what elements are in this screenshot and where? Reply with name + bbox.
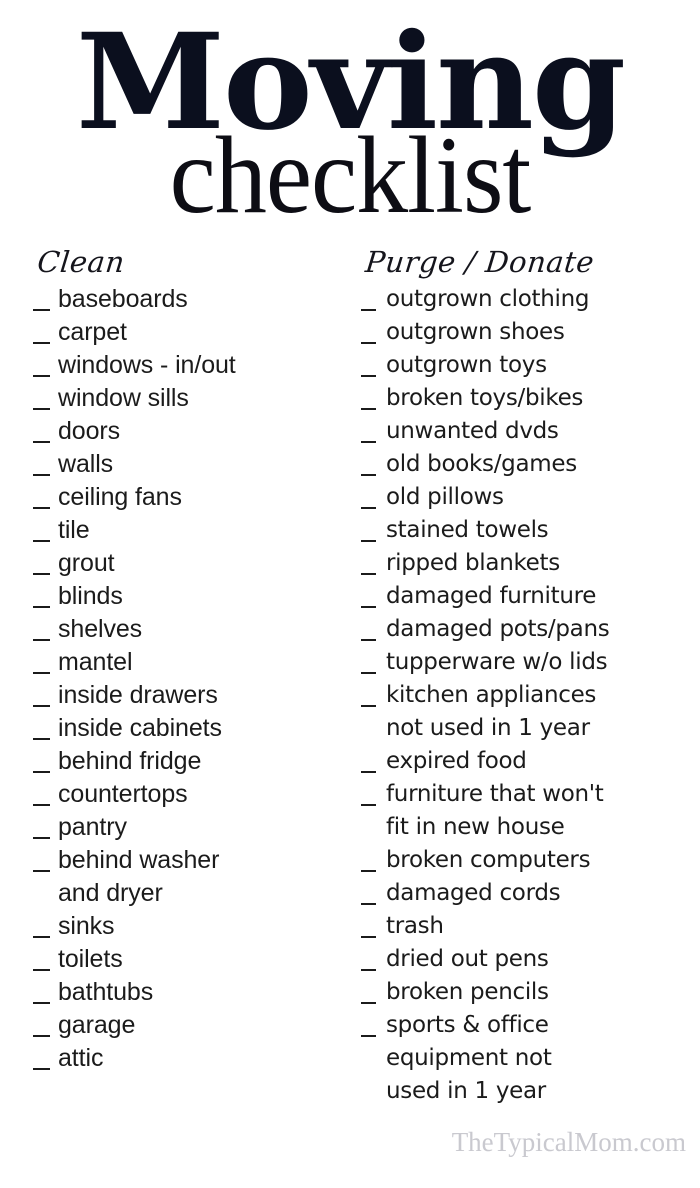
checklist-columns: Clean baseboards carpet windows - in/out wi… [0,245,700,1148]
checklist-items-clean: baseboards carpet windows - in/out window s… [32,283,352,1075]
checklist-item[interactable]: damaged pots/pans [360,613,690,646]
checklist-item[interactable]: sports & office equipment not used in 1 … [360,1009,690,1108]
checklist-item-label: grout [58,549,115,577]
checklist-item[interactable]: doors [32,415,352,448]
checklist-item[interactable]: inside cabinets [32,712,352,745]
checklist-item-label: doors [58,417,121,445]
checklist-item-label: damaged furniture [386,583,597,609]
checklist-item[interactable]: carpet [32,316,352,349]
checklist-item-label: furniture that won't fit in new house [386,781,604,840]
checklist-item-label: walls [58,450,114,478]
checklist-item[interactable]: outgrown clothing [360,283,690,316]
checklist-item[interactable]: toilets [32,943,352,976]
checklist-item[interactable]: window sills [32,382,352,415]
checklist-item[interactable]: behind fridge [32,745,352,778]
checklist-item-label: expired food [386,748,527,774]
title-sub-word: checklist [169,114,532,237]
checklist-item[interactable]: old pillows [360,481,690,514]
checklist-item-label: old books/games [386,451,577,477]
checklist-item[interactable]: outgrown shoes [360,316,690,349]
checklist-item-label: garage [58,1011,136,1039]
checklist-item[interactable]: sinks [32,910,352,943]
site-watermark: TheTypicalMom.com [451,1127,686,1157]
checklist-item[interactable]: garage [32,1009,352,1042]
checklist-item-label: old pillows [386,484,504,510]
checklist-item-label: behind washer and dryer [58,846,220,907]
printable-checklist-page: Moving checklist Clean baseboards carpet w… [0,0,700,1188]
checklist-item[interactable]: damaged furniture [360,580,690,613]
checklist-item-label: sports & office equipment not used in 1 … [386,1012,552,1104]
checklist-item-label: stained towels [386,517,549,543]
checklist-item-label: pantry [58,813,127,841]
checklist-item-label: damaged pots/pans [386,616,610,642]
checklist-item[interactable]: bathtubs [32,976,352,1009]
checklist-item[interactable]: broken toys/bikes [360,382,690,415]
checklist-item[interactable]: unwanted dvds [360,415,690,448]
checklist-item-label: sinks [58,912,115,940]
checklist-item[interactable]: attic [32,1042,352,1075]
checklist-item-label: countertops [58,780,188,808]
checklist-item[interactable]: mantel [32,646,352,679]
checklist-item-label: toilets [58,945,123,973]
checklist-item-label: baseboards [58,285,188,313]
checklist-items-purge-donate: outgrown clothing outgrown shoes outgrown … [360,283,690,1108]
checklist-item[interactable]: stained towels [360,514,690,547]
checklist-item-label: unwanted dvds [386,418,559,444]
checklist-item-label: outgrown clothing [386,286,590,312]
checklist-item-label: broken pencils [386,979,549,1005]
checklist-item-label: ceiling fans [58,483,182,511]
checklist-item[interactable]: behind washer and dryer [32,844,352,910]
column-heading-purge-donate: Purge / Donate [363,245,596,279]
checklist-item-label: behind fridge [58,747,202,775]
checklist-item[interactable]: pantry [32,811,352,844]
checklist-item[interactable]: windows - in/out [32,349,352,382]
checklist-item-label: bathtubs [58,978,154,1006]
checklist-item[interactable]: blinds [32,580,352,613]
checklist-item[interactable]: tile [32,514,352,547]
checklist-item-label: trash [386,913,444,939]
checklist-item[interactable]: broken computers [360,844,690,877]
checklist-item[interactable]: inside drawers [32,679,352,712]
checklist-item-label: tile [58,516,90,544]
checklist-item[interactable]: shelves [32,613,352,646]
checklist-item-label: inside drawers [58,681,218,709]
checklist-item[interactable]: expired food [360,745,690,778]
checklist-item-label: broken toys/bikes [386,385,584,411]
column-heading-clean: Clean [35,245,127,279]
checklist-column-purge-donate: Purge / Donate outgrown clothing outgrown… [360,245,690,1108]
checklist-item-label: broken computers [386,847,591,873]
checklist-item-label: tupperware w/o lids [386,649,608,675]
checklist-item[interactable]: kitchen appliances not used in 1 year [360,679,690,745]
checklist-item-label: shelves [58,615,143,643]
checklist-column-clean: Clean baseboards carpet windows - in/out wi… [32,245,352,1075]
checklist-item-label: damaged cords [386,880,561,906]
page-title: Moving checklist [0,16,700,237]
checklist-item[interactable]: broken pencils [360,976,690,1009]
checklist-item[interactable]: tupperware w/o lids [360,646,690,679]
checklist-item[interactable]: baseboards [32,283,352,316]
checklist-item-label: outgrown shoes [386,319,565,345]
checklist-item-label: window sills [58,384,189,412]
checklist-item[interactable]: ceiling fans [32,481,352,514]
checklist-item[interactable]: furniture that won't fit in new house [360,778,690,844]
checklist-item-label: dried out pens [386,946,549,972]
checklist-item-label: outgrown toys [386,352,547,378]
checklist-item-label: attic [58,1044,104,1072]
checklist-item[interactable]: countertops [32,778,352,811]
checklist-item-label: mantel [58,648,133,676]
checklist-item-label: carpet [58,318,127,346]
checklist-item-label: blinds [58,582,123,610]
checklist-item[interactable]: walls [32,448,352,481]
checklist-item[interactable]: damaged cords [360,877,690,910]
checklist-item-label: windows - in/out [58,351,236,379]
checklist-item[interactable]: grout [32,547,352,580]
checklist-item[interactable]: old books/games [360,448,690,481]
checklist-item[interactable]: trash [360,910,690,943]
checklist-item-label: kitchen appliances not used in 1 year [386,682,597,741]
checklist-item[interactable]: dried out pens [360,943,690,976]
checklist-item[interactable]: outgrown toys [360,349,690,382]
checklist-item[interactable]: ripped blankets [360,547,690,580]
checklist-item-label: inside cabinets [58,714,222,742]
checklist-item-label: ripped blankets [386,550,560,576]
